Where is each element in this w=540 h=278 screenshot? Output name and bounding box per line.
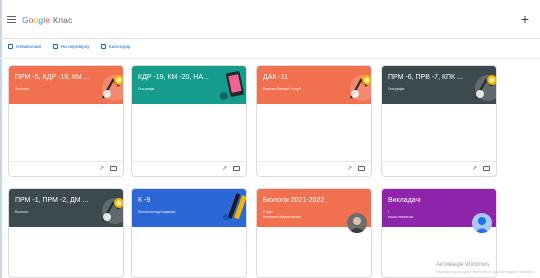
class-card[interactable]: Біологія 2021-2022 9 курс Катерина Мирончи…: [256, 188, 372, 278]
class-card[interactable]: ПРМ -6, ПРВ -7, КПК ... Географія ↗: [381, 65, 497, 177]
class-subtitle: Біологічні підготування: [138, 210, 176, 214]
class-card-actions: ↗: [132, 161, 246, 176]
class-subtitle: 9 курс: [263, 210, 273, 214]
class-title[interactable]: ПРМ -1, ПРМ -2, ДМ ...: [15, 197, 103, 204]
class-card[interactable]: КДР -19, КМ -20, НА... Географія ↗: [131, 65, 247, 177]
class-card-header[interactable]: ПРМ -1, ПРМ -2, ДМ ... Біологія: [9, 189, 123, 227]
class-card[interactable]: ДАК -11 Картини Великої Історії ↗: [256, 65, 372, 177]
trending-icon[interactable]: ↗: [99, 165, 104, 172]
class-grid: ПРМ -5, КДР -19, КМ ... Зоологія ↗ КДР -19,…: [0, 0, 540, 278]
class-card-actions: ↗: [9, 161, 123, 176]
folder-icon[interactable]: [233, 166, 240, 171]
class-subtitle: Зоологія: [15, 87, 29, 91]
class-subtitle: Географія: [388, 87, 405, 91]
trending-icon[interactable]: ↗: [222, 165, 227, 172]
folder-icon[interactable]: [110, 166, 117, 171]
classroom-window: Google Клас + Невиконані На перевірку Кал…: [0, 0, 540, 278]
windows-activation-title: Активація Windows: [436, 262, 490, 268]
class-subtitle: Біологія: [15, 210, 28, 214]
class-title[interactable]: Викладачі: [388, 197, 476, 204]
class-card-actions: ↗: [382, 161, 496, 176]
class-card-actions: ↗: [257, 161, 371, 176]
class-title[interactable]: ПРМ -6, ПРВ -7, КПК ...: [388, 74, 476, 81]
lamp-illustration: [102, 198, 123, 224]
class-card-header[interactable]: ДАК -11 Картини Великої Історії: [257, 66, 371, 104]
class-teacher: Катерина Мирончикова: [263, 215, 301, 219]
folder-icon[interactable]: [483, 166, 490, 171]
class-subtitle: І: [388, 210, 389, 214]
class-teacher: наша семінатки: [388, 215, 414, 219]
class-card[interactable]: ПРМ -5, КДР -19, КМ ... Зоологія ↗: [8, 65, 124, 177]
teacher-avatar[interactable]: [347, 213, 367, 233]
class-subtitle: Географія: [138, 87, 155, 91]
class-card[interactable]: ПРМ -1, ПРМ -2, ДМ ... Біологія: [8, 188, 124, 278]
phone-illustration: [220, 71, 244, 100]
class-card-header[interactable]: ПРМ -6, ПРВ -7, КПК ... Географія: [382, 66, 496, 104]
lamp-illustration: [350, 75, 371, 101]
trending-icon[interactable]: ↗: [472, 165, 477, 172]
class-subtitle: Картини Великої Історії: [263, 87, 301, 91]
profile-avatar[interactable]: [472, 213, 492, 233]
folder-icon[interactable]: [358, 166, 365, 171]
class-card-header[interactable]: КДР -19, КМ -20, НА... Географія: [132, 66, 246, 104]
class-title[interactable]: Біологія 2021-2022: [263, 197, 351, 204]
avatar-image: [472, 213, 492, 233]
class-card-header[interactable]: К -9 Біологічні підготування: [132, 189, 246, 227]
class-title[interactable]: КДР -19, КМ -20, НА...: [138, 74, 226, 81]
class-title[interactable]: ПРМ -5, КДР -19, КМ ...: [15, 74, 103, 81]
avatar-image: [347, 213, 367, 233]
trending-icon[interactable]: ↗: [347, 165, 352, 172]
class-card[interactable]: К -9 Біологічні підготування: [131, 188, 247, 278]
class-card-header[interactable]: ПРМ -5, КДР -19, КМ ... Зоологія: [9, 66, 123, 104]
lamp-illustration: [475, 75, 496, 101]
pen-illustration: [223, 193, 246, 220]
class-title[interactable]: К -9: [138, 197, 226, 204]
lamp-illustration: [102, 75, 123, 101]
class-title[interactable]: ДАК -11: [263, 74, 351, 81]
windows-activation-subtitle: Перейдіть до розділу "Настройки", щоб ак…: [436, 270, 535, 274]
